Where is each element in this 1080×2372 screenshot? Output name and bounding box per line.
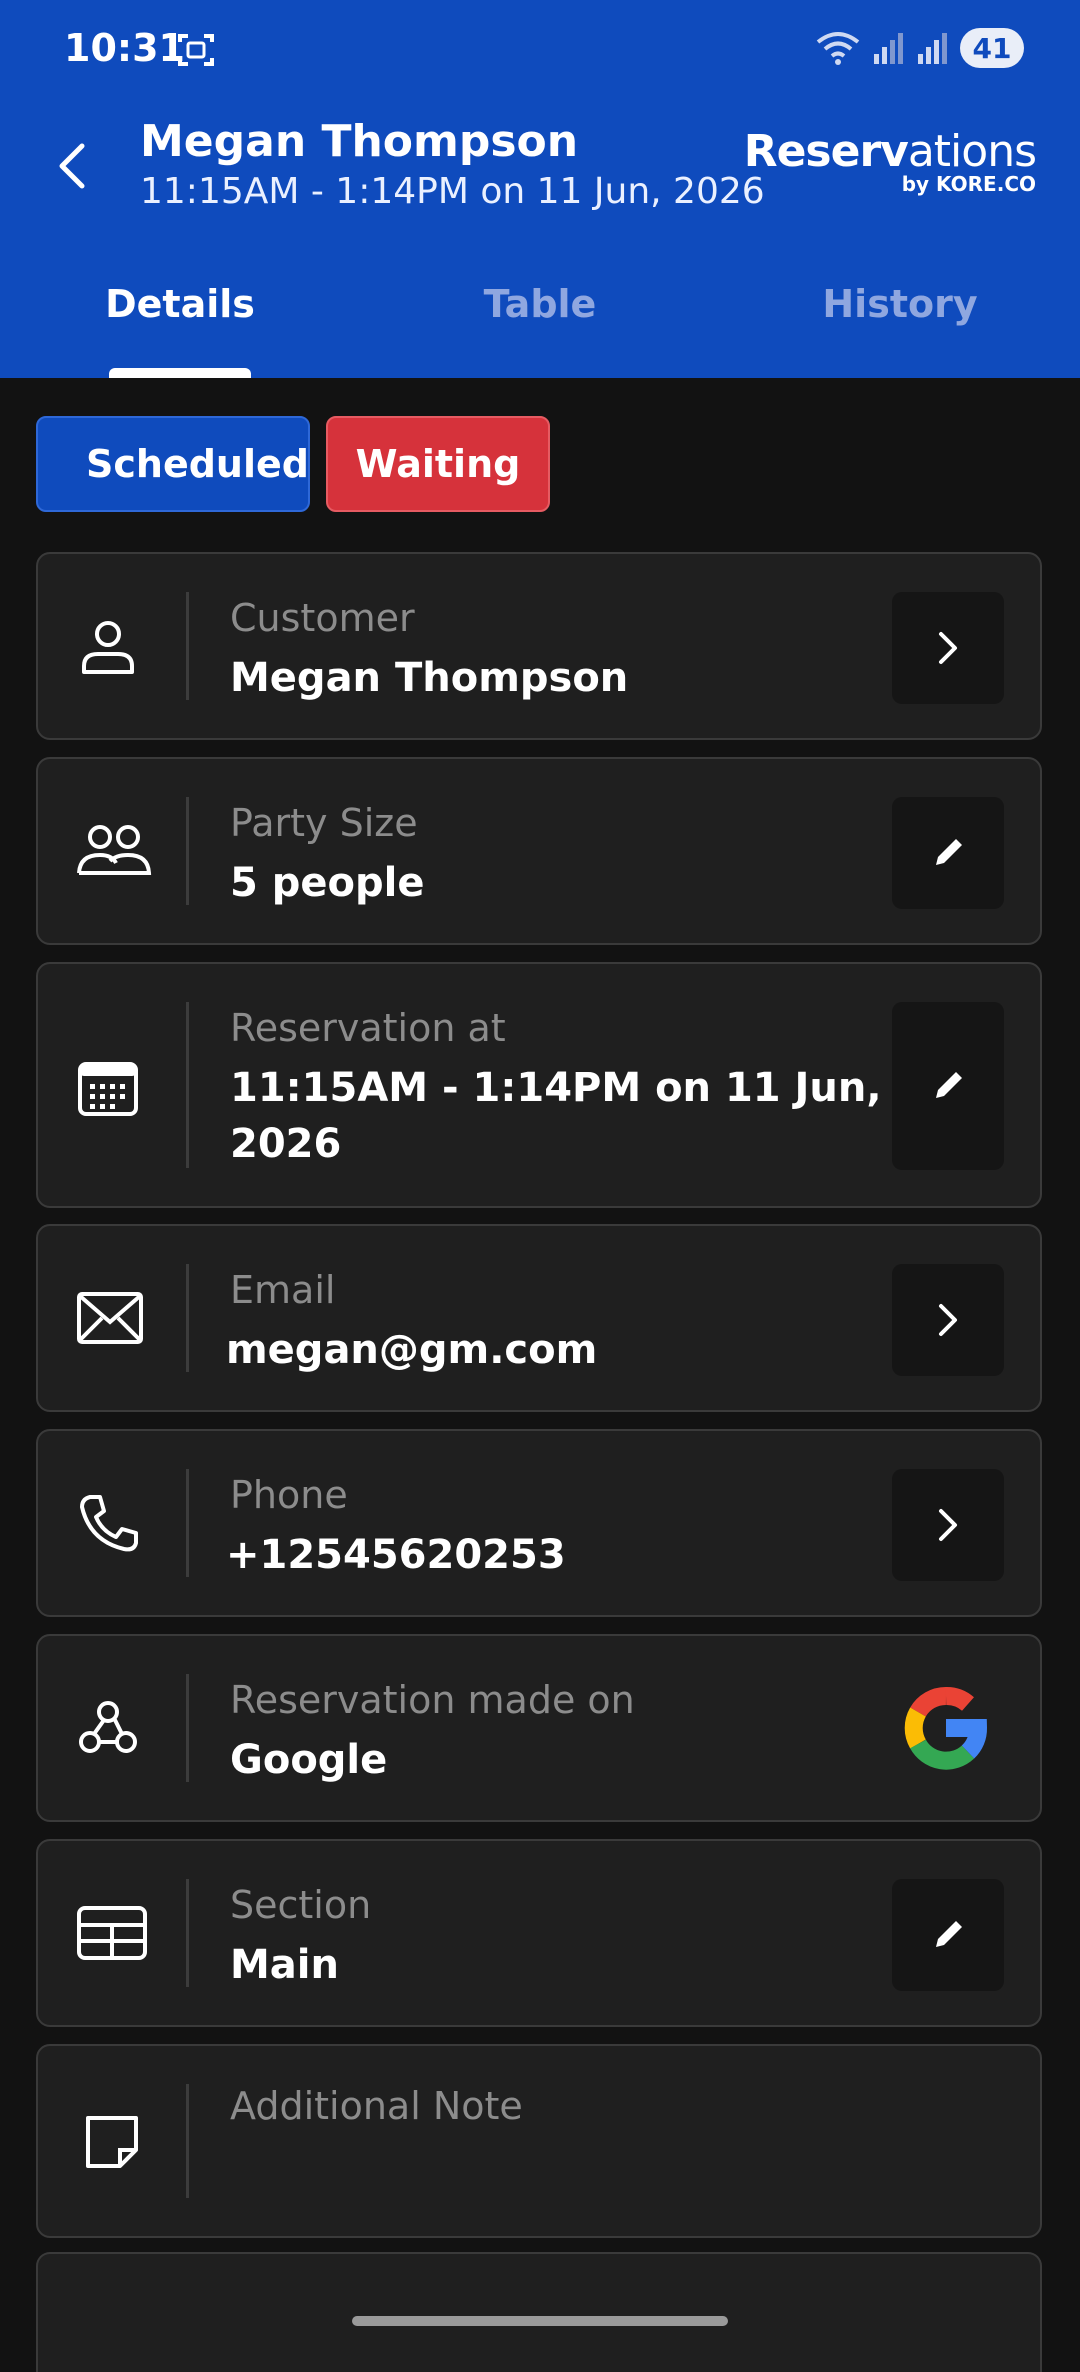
battery-indicator: 41 xyxy=(960,28,1024,68)
card-divider xyxy=(186,1879,189,1987)
party-size-value: 5 people xyxy=(230,860,425,906)
pencil-icon xyxy=(936,839,962,865)
signal-icon-2 xyxy=(918,33,947,64)
party-size-card[interactable]: Party Size 5 people xyxy=(36,757,1042,945)
source-card: Reservation made on Google xyxy=(36,1634,1042,1822)
customer-label: Customer xyxy=(230,596,415,640)
reservation-time-value-line1: 11:15AM - 1:14PM on 11 Jun, xyxy=(230,1065,882,1111)
brand-thin: ations xyxy=(907,126,1037,177)
section-card[interactable]: Section Main xyxy=(36,1839,1042,2027)
waiting-badge[interactable]: Waiting xyxy=(326,416,550,512)
card-divider xyxy=(186,1469,189,1577)
card-divider xyxy=(186,1002,189,1168)
next-card xyxy=(36,2252,1042,2372)
brand-logo: Reservations by KORE.CO xyxy=(743,126,1037,197)
party-size-edit-button[interactable] xyxy=(892,797,1004,909)
pencil-icon xyxy=(936,1921,962,1947)
people-icon xyxy=(77,825,152,875)
phone-card[interactable]: Phone +12545620253 xyxy=(36,1429,1042,1617)
card-divider xyxy=(186,1264,189,1372)
source-value: Google xyxy=(230,1737,388,1783)
pencil-icon xyxy=(936,1072,962,1098)
brand-main: Reserv xyxy=(743,126,909,177)
page-subtitle: 11:15AM - 1:14PM on 11 Jun, 2026 xyxy=(140,171,765,212)
status-bar: 10:31 41 xyxy=(0,0,1080,100)
home-indicator[interactable] xyxy=(352,2316,728,2326)
email-open-button[interactable] xyxy=(892,1264,1004,1376)
party-size-label: Party Size xyxy=(230,801,418,845)
note-label: Additional Note xyxy=(230,2084,523,2128)
app-header: 10:31 41 Megan Thompson 11:15AM - 1:14PM… xyxy=(0,0,1080,378)
email-value: megan@gm.com xyxy=(226,1327,598,1373)
card-divider xyxy=(186,592,189,700)
section-label: Section xyxy=(230,1883,372,1927)
card-divider xyxy=(186,797,189,905)
tab-details[interactable]: Details xyxy=(0,262,360,378)
reservation-time-card[interactable]: Reservation at 11:15AM - 1:14PM on 11 Ju… xyxy=(36,962,1042,1208)
envelope-icon xyxy=(77,1292,143,1344)
card-divider xyxy=(186,2084,189,2198)
source-label: Reservation made on xyxy=(230,1678,635,1722)
phone-open-button[interactable] xyxy=(892,1469,1004,1581)
email-card[interactable]: Email megan@gm.com xyxy=(36,1224,1042,1412)
email-label: Email xyxy=(230,1268,336,1312)
phone-value: +12545620253 xyxy=(226,1532,566,1578)
section-edit-button[interactable] xyxy=(892,1879,1004,1991)
table-grid-icon xyxy=(77,1906,147,1960)
phone-icon xyxy=(80,1495,138,1552)
status-label: Scheduled xyxy=(86,442,309,486)
active-tab-indicator xyxy=(109,368,251,378)
title-block: Megan Thompson 11:15AM - 1:14PM on 11 Ju… xyxy=(140,114,765,214)
page-title: Megan Thompson xyxy=(140,116,579,167)
screenshot-icon xyxy=(178,34,214,66)
status-chips: Scheduled Waiting xyxy=(36,416,550,512)
customer-value: Megan Thompson xyxy=(230,655,629,701)
chevron-right-icon xyxy=(939,632,957,664)
status-time: 10:31 xyxy=(64,26,185,70)
tab-table[interactable]: Table xyxy=(360,262,720,378)
status-icons: 41 xyxy=(814,28,1024,68)
reservation-time-label: Reservation at xyxy=(230,1006,506,1050)
webhook-icon xyxy=(79,1701,137,1753)
card-divider xyxy=(186,1674,189,1782)
status-dropdown[interactable]: Scheduled xyxy=(36,416,310,512)
back-arrow-icon[interactable] xyxy=(52,140,92,192)
note-card[interactable]: Additional Note xyxy=(36,2044,1042,2238)
tab-bar: Details Table History xyxy=(0,262,1080,378)
chevron-right-icon xyxy=(939,1509,957,1541)
calendar-icon xyxy=(78,1062,138,1116)
reservation-time-edit-button[interactable] xyxy=(892,1002,1004,1170)
chevron-right-icon xyxy=(939,1304,957,1336)
section-value: Main xyxy=(230,1942,339,1988)
phone-label: Phone xyxy=(230,1473,348,1517)
wifi-icon xyxy=(816,32,860,65)
signal-icon xyxy=(874,33,903,64)
app-bar: Megan Thompson 11:15AM - 1:14PM on 11 Ju… xyxy=(0,110,1080,220)
sticky-note-icon xyxy=(86,2116,138,2168)
reservation-time-value-line2: 2026 xyxy=(230,1121,342,1167)
customer-open-button[interactable] xyxy=(892,592,1004,704)
google-logo-icon xyxy=(904,1687,987,1770)
customer-card[interactable]: Customer Megan Thompson xyxy=(36,552,1042,740)
person-icon xyxy=(82,621,134,674)
tab-history[interactable]: History xyxy=(720,262,1080,378)
